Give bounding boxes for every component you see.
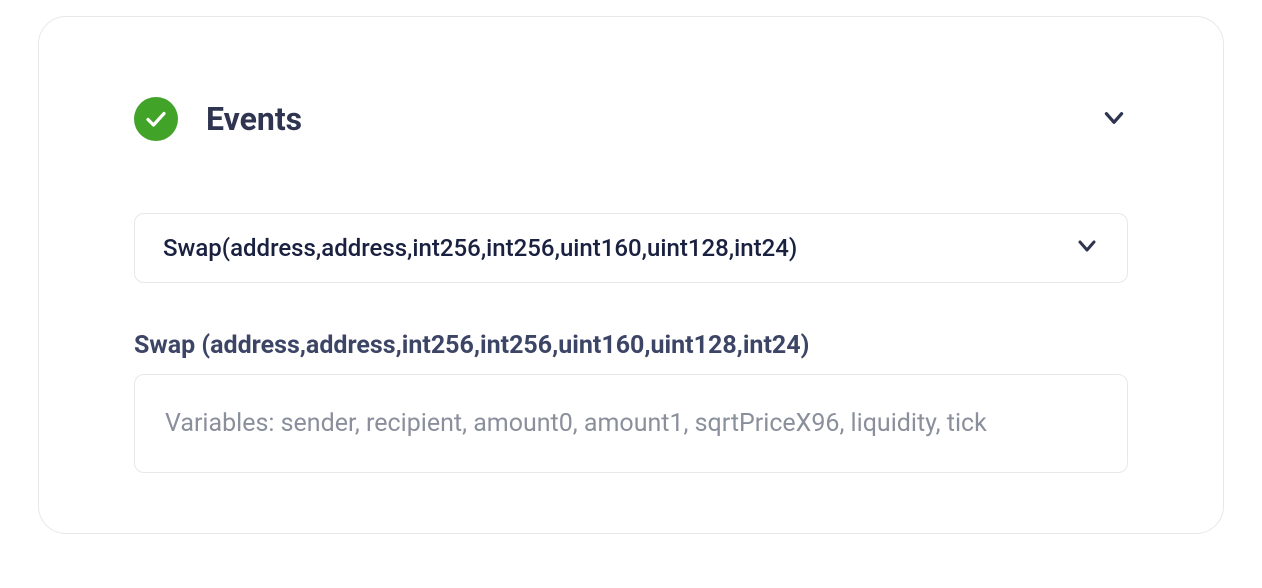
check-circle-icon [134,97,178,141]
events-header-left: Events [134,97,302,141]
events-header-row[interactable]: Events [134,97,1128,141]
events-title: Events [206,100,302,138]
event-select-value: Swap(address,address,int256,int256,uint1… [163,234,797,262]
events-panel: Events Swap(address,address,int256,int25… [38,16,1224,534]
chevron-down-icon [1075,234,1099,262]
chevron-down-icon [1101,105,1127,134]
events-collapse-toggle[interactable] [1100,105,1128,133]
event-variables-input[interactable] [134,374,1128,473]
event-select[interactable]: Swap(address,address,int256,int256,uint1… [134,213,1128,283]
event-signature-label: Swap (address,address,int256,int256,uint… [134,331,1128,360]
